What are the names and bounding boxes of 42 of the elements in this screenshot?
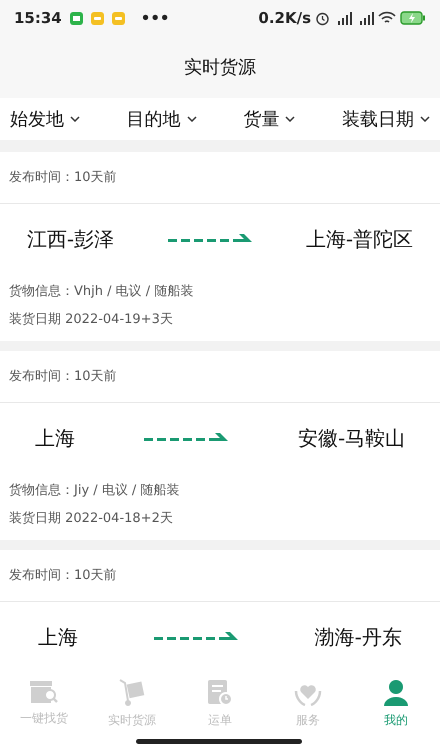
person-icon — [383, 679, 409, 707]
route-arrow-icon — [144, 433, 228, 443]
filter-dropdown[interactable]: 目的地 — [126, 106, 197, 132]
chevron-down-icon — [285, 116, 296, 122]
chevron-down-icon — [420, 116, 430, 122]
tab-bar-item[interactable]: 我的 — [352, 665, 440, 751]
origin-city: 江西-彭泽 — [26, 226, 114, 253]
publish-time: 发布时间：10天前 — [0, 550, 440, 602]
destination-city: 安徽-马鞍山 — [298, 425, 406, 452]
origin-city: 上海 — [34, 425, 75, 452]
cargo-info: 货物信息：Jiy / 电议 / 随船装 — [8, 482, 180, 500]
alarm-icon — [315, 10, 330, 26]
loading-date: 装货日期 2022-04-19+3天 — [8, 310, 174, 328]
route-arrow-icon — [154, 632, 238, 642]
page-title: 实时货源 — [184, 56, 256, 80]
hand-truck-icon — [118, 679, 146, 707]
tab-bar-item[interactable]: 一键找货 — [0, 665, 88, 751]
publish-time: 发布时间：10天前 — [0, 152, 440, 204]
clock-time: 15:34 — [14, 8, 62, 29]
wifi-icon — [378, 11, 396, 25]
more-text: ••• — [140, 8, 170, 29]
chevron-down-icon — [70, 116, 80, 122]
filter-dropdown[interactable]: 装载日期 — [342, 106, 430, 132]
app-icon — [70, 12, 83, 24]
document-clock-icon — [207, 679, 233, 707]
filter-dropdown[interactable]: 始发地 — [10, 106, 80, 132]
destination-city: 上海-普陀区 — [306, 226, 414, 253]
battery-icon — [400, 11, 426, 25]
cargo-info: 货物信息：Vhjh / 电议 / 随船装 — [8, 283, 194, 301]
tab-bar-item[interactable]: 实时货源 — [88, 665, 176, 751]
destination-city: 渤海-丹东 — [314, 624, 402, 651]
route-arrow-icon — [168, 234, 252, 244]
box-search-icon — [30, 679, 58, 705]
tab-bar-item[interactable]: 服务 — [264, 665, 352, 751]
origin-city: 上海 — [38, 624, 78, 651]
message-icon — [112, 12, 125, 24]
chevron-down-icon — [186, 116, 197, 122]
message-icon — [90, 12, 104, 24]
publish-time: 发布时间：10天前 — [0, 351, 440, 403]
loading-date: 装货日期 2022-04-18+2天 — [8, 510, 174, 528]
network-speed: 0.2K/s — [258, 8, 311, 29]
filter-dropdown[interactable]: 货量 — [243, 106, 296, 132]
